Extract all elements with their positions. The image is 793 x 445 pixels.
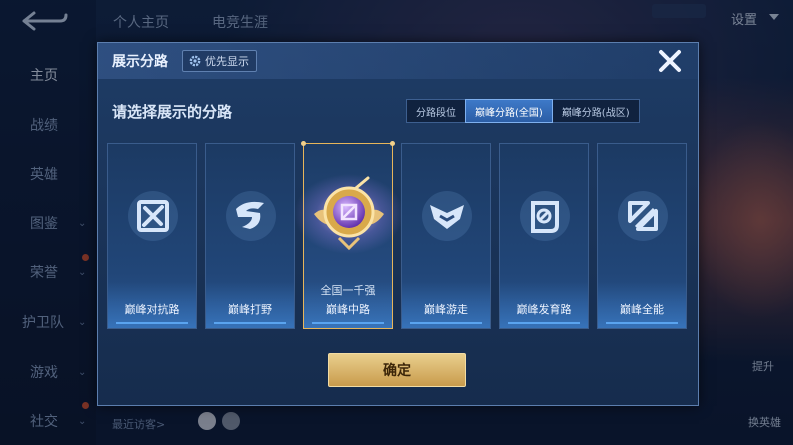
lane-card-label: 巅峰游走 (424, 303, 468, 316)
lane-card-list: 巅峰对抗路 巅峰打野 全国一千强 巅峰中路 巅峰游走 巅峰发育路 巅峰全能 (107, 141, 689, 329)
gear-icon (189, 55, 201, 67)
lane-card-clash[interactable]: 巅峰对抗路 (107, 143, 197, 329)
card-underline (606, 322, 678, 324)
lane-card-label: 巅峰打野 (228, 303, 272, 316)
segment-peak-region[interactable]: 巅峰分路(战区) (553, 100, 639, 122)
corner-spark (301, 141, 306, 146)
lane-card-jungle[interactable]: 巅峰打野 (205, 143, 295, 329)
priority-display-label: 优先显示 (205, 55, 249, 68)
card-underline (116, 322, 188, 324)
lane-card-label: 巅峰中路 (326, 303, 370, 316)
jungle-icon (226, 191, 276, 241)
priority-display-button[interactable]: 优先显示 (182, 50, 257, 72)
card-underline (410, 322, 482, 324)
clash-lane-icon (128, 191, 178, 241)
rank-subtitle: 全国一千强 (320, 284, 376, 297)
segment-lane-rank[interactable]: 分路段位 (407, 100, 465, 122)
confirm-button[interactable]: 确定 (328, 353, 466, 387)
card-underline (508, 322, 580, 324)
lane-card-mid[interactable]: 全国一千强 巅峰中路 (294, 141, 404, 329)
lane-type-segmented-control: 分路段位 巅峰分路(全国) 巅峰分路(战区) (406, 99, 640, 123)
all-round-icon (618, 191, 668, 241)
card-underline (214, 322, 286, 324)
lane-card-roam[interactable]: 巅峰游走 (401, 143, 491, 329)
card-underline (312, 322, 384, 324)
roam-icon (422, 191, 472, 241)
lane-card-farm[interactable]: 巅峰发育路 (499, 143, 589, 329)
mid-lane-medal-icon (294, 174, 404, 254)
dialog-title: 展示分路 (112, 54, 168, 70)
farm-lane-icon (520, 191, 570, 241)
lane-card-label: 巅峰发育路 (516, 303, 572, 316)
corner-spark (390, 141, 395, 146)
lane-card-label: 巅峰对抗路 (124, 303, 180, 316)
segment-peak-national[interactable]: 巅峰分路(全国) (465, 99, 553, 123)
lane-card-all-round[interactable]: 巅峰全能 (597, 143, 687, 329)
close-icon[interactable] (656, 47, 684, 75)
lane-card-label: 巅峰全能 (620, 303, 664, 316)
prompt-text: 请选择展示的分路 (112, 103, 233, 121)
lane-display-dialog: 展示分路 优先显示 请选择展示的分路 分路段位 巅峰分路(全国) 巅峰分路(战区… (97, 42, 699, 406)
